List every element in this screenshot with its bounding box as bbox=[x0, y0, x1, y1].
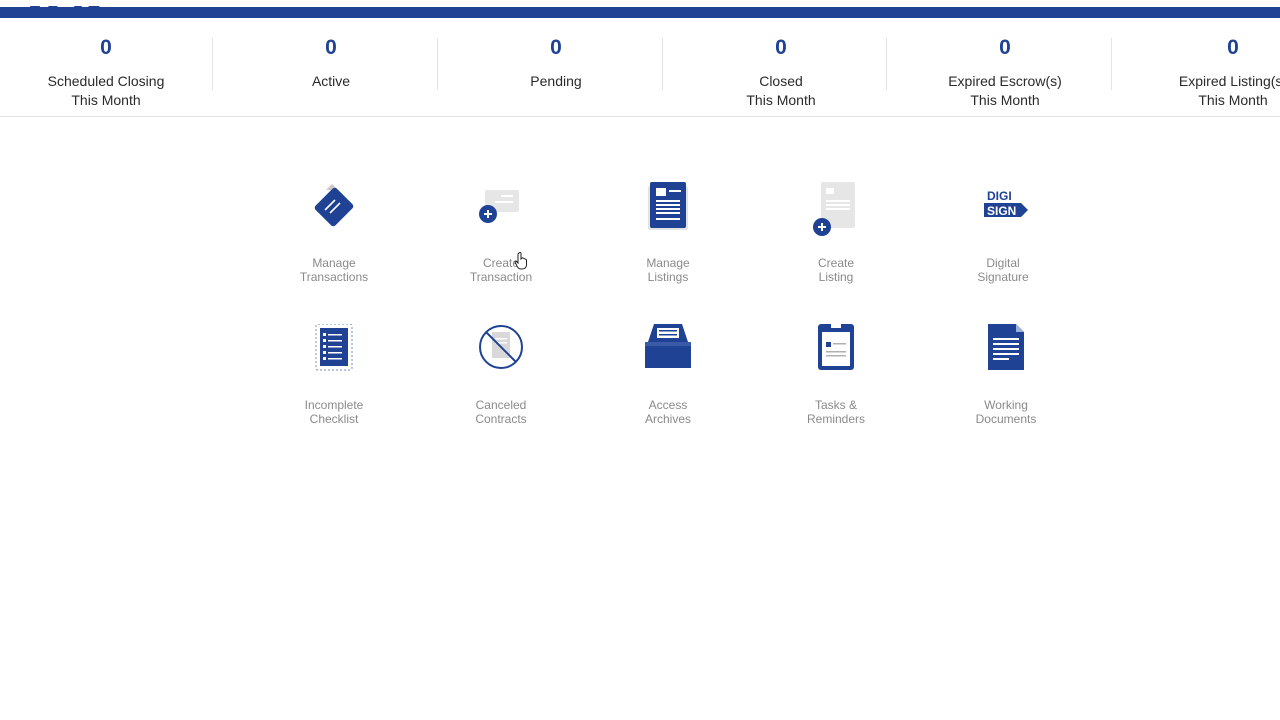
stat-label: Active bbox=[311, 73, 351, 89]
divider bbox=[662, 38, 663, 90]
archive-box-icon bbox=[640, 324, 696, 380]
stat-closed[interactable]: 0 Closed This Month bbox=[669, 18, 893, 116]
tile-label: Working Documents bbox=[975, 398, 1037, 426]
stat-count: 0 bbox=[100, 36, 112, 59]
stat-expired-listings[interactable]: 0 Expired Listing(s) This Month bbox=[1121, 18, 1280, 116]
tile-label: Access Archives bbox=[644, 398, 691, 426]
tile-manage-listings[interactable]: Manage Listings bbox=[608, 182, 728, 292]
header-bar bbox=[0, 7, 1280, 18]
digi-sign-icon: DIGI SIGN bbox=[975, 182, 1031, 238]
tile-label: Digital Signature bbox=[977, 256, 1029, 284]
sign-text: SIGN bbox=[987, 204, 1016, 218]
working-document-icon bbox=[978, 324, 1034, 380]
tile-label: Manage Listings bbox=[646, 256, 690, 284]
stat-label: Closed This Month bbox=[746, 73, 816, 108]
tile-digital-signature[interactable]: DIGI SIGN Digital Signature bbox=[943, 182, 1063, 292]
divider bbox=[212, 38, 213, 90]
stats-summary-bar: 0 Scheduled Closing This Month 0 Active … bbox=[0, 18, 1280, 117]
tile-access-archives[interactable]: Access Archives bbox=[608, 324, 728, 434]
stat-count: 0 bbox=[999, 36, 1011, 59]
canceled-icon bbox=[473, 324, 529, 380]
add-listing-icon bbox=[808, 182, 864, 238]
stat-scheduled-closing[interactable]: 0 Scheduled Closing This Month bbox=[0, 18, 218, 116]
tile-label: Incomplete Checklist bbox=[304, 398, 364, 426]
tile-incomplete-checklist[interactable]: Incomplete Checklist bbox=[274, 323, 394, 434]
tile-label: Create Listing bbox=[817, 256, 855, 284]
stat-expired-escrows[interactable]: 0 Expired Escrow(s) This Month bbox=[893, 18, 1117, 116]
divider bbox=[1111, 38, 1112, 90]
stat-active[interactable]: 0 Active bbox=[219, 18, 443, 116]
tile-label: Canceled Contracts bbox=[475, 398, 527, 426]
tile-create-listing[interactable]: Create Listing bbox=[776, 182, 896, 292]
tile-create-transaction[interactable]: Create Transaction bbox=[441, 182, 561, 292]
stat-label: Scheduled Closing This Month bbox=[47, 73, 165, 108]
divider bbox=[886, 38, 887, 90]
divider bbox=[437, 38, 438, 90]
tile-manage-transactions[interactable]: Manage Transactions bbox=[274, 182, 394, 292]
checklist-icon bbox=[306, 323, 362, 380]
tile-label: Tasks & Reminders bbox=[806, 398, 866, 426]
ticket-icon bbox=[306, 182, 362, 238]
stat-label: Expired Listing(s) This Month bbox=[1178, 73, 1280, 108]
digi-text: DIGI bbox=[987, 189, 1012, 203]
tile-label: Create Transaction bbox=[469, 256, 533, 284]
stat-count: 0 bbox=[775, 36, 787, 59]
tile-canceled-contracts[interactable]: Canceled Contracts bbox=[441, 324, 561, 434]
stat-label: Pending bbox=[530, 73, 582, 89]
stat-count: 0 bbox=[325, 36, 337, 59]
stat-count: 0 bbox=[1227, 36, 1239, 59]
tile-working-documents[interactable]: Working Documents bbox=[946, 324, 1066, 434]
clipboard-icon bbox=[808, 324, 864, 380]
logo-fragment bbox=[30, 0, 110, 11]
stat-count: 0 bbox=[550, 36, 562, 59]
tile-label: Manage Transactions bbox=[299, 256, 369, 284]
add-transaction-icon bbox=[473, 182, 529, 238]
tile-tasks-reminders[interactable]: Tasks & Reminders bbox=[776, 324, 896, 434]
hand-cursor-icon bbox=[514, 252, 528, 270]
stat-pending[interactable]: 0 Pending bbox=[444, 18, 668, 116]
listing-document-icon bbox=[640, 182, 696, 238]
stat-label: Expired Escrow(s) This Month bbox=[948, 73, 1062, 108]
